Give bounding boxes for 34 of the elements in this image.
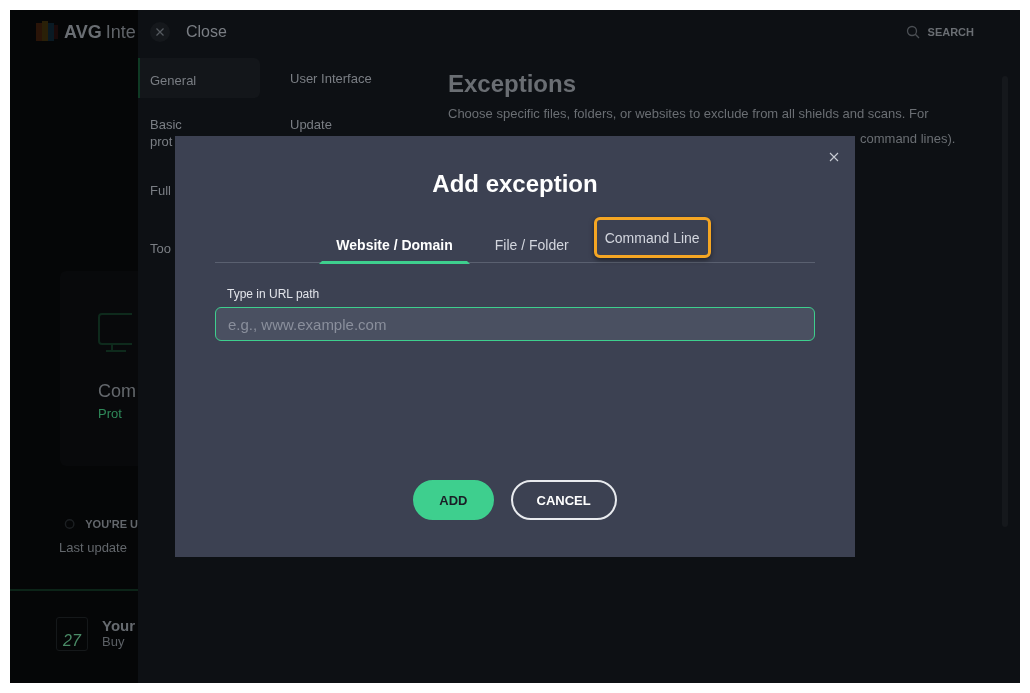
last-updated-text: Last update (59, 540, 128, 555)
nav-item[interactable]: User Interface (278, 60, 430, 96)
search-icon (905, 25, 920, 39)
section-heading: Exceptions (448, 70, 578, 98)
refresh-icon (64, 518, 76, 530)
card-status: Prot (98, 406, 122, 421)
nav-item[interactable]: Full (138, 168, 260, 214)
close-button[interactable]: Close (150, 22, 227, 42)
update-status: YOU'RE U (85, 518, 138, 530)
add-button[interactable]: ADD (413, 480, 494, 520)
card-title: Com (98, 381, 136, 402)
close-icon (829, 152, 839, 162)
field-label: Type in URL path (227, 287, 320, 301)
close-button[interactable] (827, 150, 841, 164)
logo-text: AVG (64, 21, 102, 43)
promo-subtitle: Buy (102, 634, 126, 649)
url-input-field[interactable]: e.g., www.example.com (215, 307, 815, 341)
tab[interactable]: Command Line (593, 217, 711, 258)
calendar-icon: 27 (56, 617, 88, 651)
nav-item[interactable]: Basic prot (138, 110, 260, 156)
search-button[interactable]: SEARCH (905, 25, 974, 39)
app-title: Inte (105, 21, 136, 43)
nav-item[interactable]: Update (278, 106, 430, 142)
dialog-title: Add exception (432, 170, 598, 198)
tab[interactable]: File / Folder (481, 226, 582, 264)
tab[interactable]: Website / Domain (319, 226, 470, 264)
monitor-icon (98, 313, 132, 355)
promo-title: Your (102, 617, 136, 634)
nav-item[interactable]: Too (138, 226, 260, 272)
description-text: Choose specific files, folders, or websites to exclude from all shields and scans. For (448, 106, 930, 121)
cancel-button[interactable]: CANCEL (510, 480, 617, 520)
close-icon (150, 22, 170, 42)
description-text: command lines). (859, 131, 957, 146)
nav-item[interactable]: General (138, 58, 260, 98)
